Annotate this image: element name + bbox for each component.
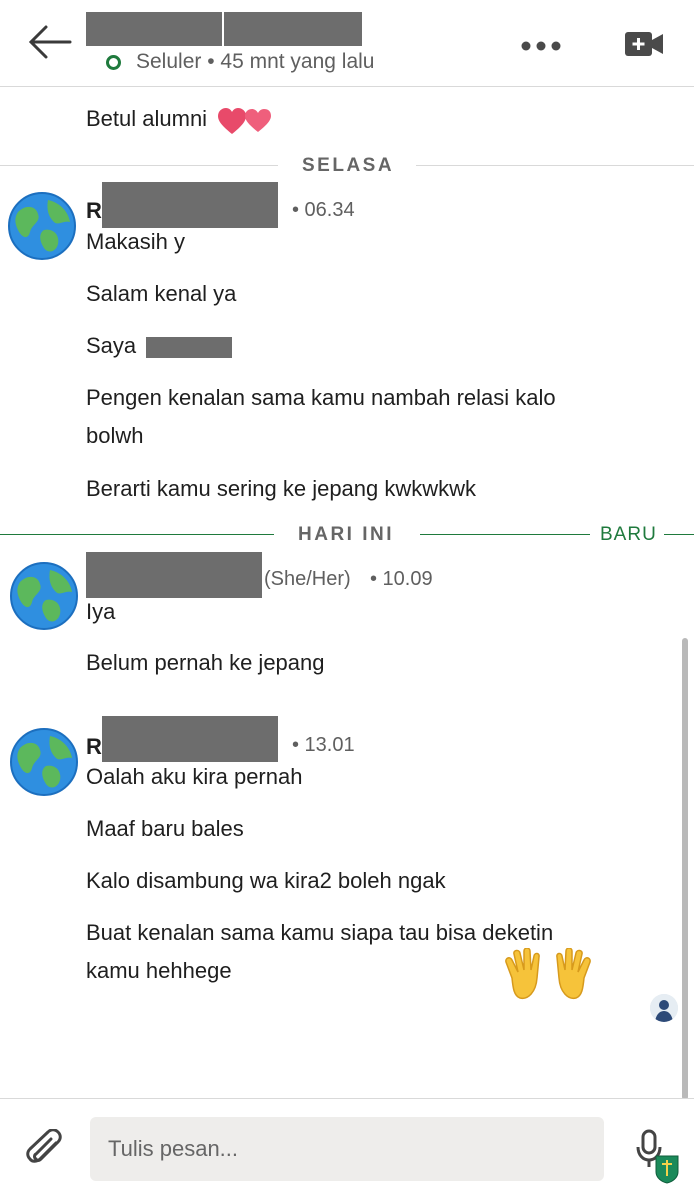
divider-label: HARI INI <box>298 524 394 545</box>
date-divider-tuesday: SELASA <box>0 155 694 176</box>
new-messages-label: BARU <box>600 524 657 545</box>
date-divider-today: HARI INI BARU <box>0 524 694 545</box>
person-icon <box>650 994 678 1022</box>
message-text: Kalo disambung wa kira2 boleh ngak <box>86 868 446 893</box>
attach-paperclip-icon <box>26 1128 62 1163</box>
more-options-icon <box>521 41 561 51</box>
sender-name-redacted <box>102 182 278 228</box>
message-text: Berarti kamu sering ke jepang kwkwkwk <box>86 476 477 501</box>
message-text: Oalah aku kira pernah <box>86 764 303 789</box>
sender-initial: R <box>86 198 102 223</box>
message-text: Makasih y <box>86 229 186 254</box>
raised-hands-icon <box>505 948 591 1000</box>
globe-avatar-icon[interactable] <box>10 562 78 630</box>
chat-header: Seluler • 45 mnt yang lalu <box>0 0 694 87</box>
more-options-button[interactable] <box>520 36 562 52</box>
watermark-logo-icon <box>655 1155 679 1184</box>
sender-initial: R <box>86 734 102 759</box>
sender-name-redacted <box>86 552 262 598</box>
sender-pronoun: (She/Her) <box>264 568 351 590</box>
message-composer <box>0 1098 694 1201</box>
globe-avatar-icon[interactable] <box>8 192 76 260</box>
back-button[interactable] <box>26 22 76 64</box>
message-text: Salam kenal ya <box>86 281 237 306</box>
message-text: Belum pernah ke jepang <box>86 650 325 675</box>
attach-button[interactable] <box>26 1128 66 1176</box>
video-call-icon <box>625 32 663 56</box>
message-text: Pengen kenalan sama kamu nambah relasi k… <box>86 385 556 410</box>
message-text: kamu hehhege <box>86 958 232 983</box>
read-receipt-avatar <box>650 994 678 1022</box>
contact-name-redacted <box>86 12 222 46</box>
message-time: • 13.01 <box>292 734 355 756</box>
message-input[interactable] <box>90 1117 604 1181</box>
message-text: Buat kenalan sama kamu siapa tau bisa de… <box>86 920 554 945</box>
message-text: Iya <box>86 599 116 624</box>
status-text: Seluler • 45 mnt yang lalu <box>136 50 375 73</box>
video-call-button[interactable] <box>624 30 664 63</box>
message-text: Maaf baru bales <box>86 816 244 841</box>
message-text: Betul alumni <box>86 106 208 131</box>
contact-status: Seluler • 45 mnt yang lalu <box>106 50 375 74</box>
contact-name-redacted <box>224 12 362 46</box>
online-status-icon <box>106 54 121 70</box>
redacted-text <box>146 337 232 358</box>
sender-name-redacted <box>102 716 278 762</box>
message-time: • 10.09 <box>370 568 433 590</box>
scrollbar[interactable] <box>682 638 688 1100</box>
message-text: Saya <box>86 333 137 358</box>
back-arrow-icon <box>28 25 72 59</box>
globe-avatar-icon[interactable] <box>10 728 78 796</box>
message-time: • 06.34 <box>292 199 355 221</box>
message-text: bolwh <box>86 423 144 448</box>
divider-label: SELASA <box>302 155 395 176</box>
heart-icon <box>218 108 271 134</box>
